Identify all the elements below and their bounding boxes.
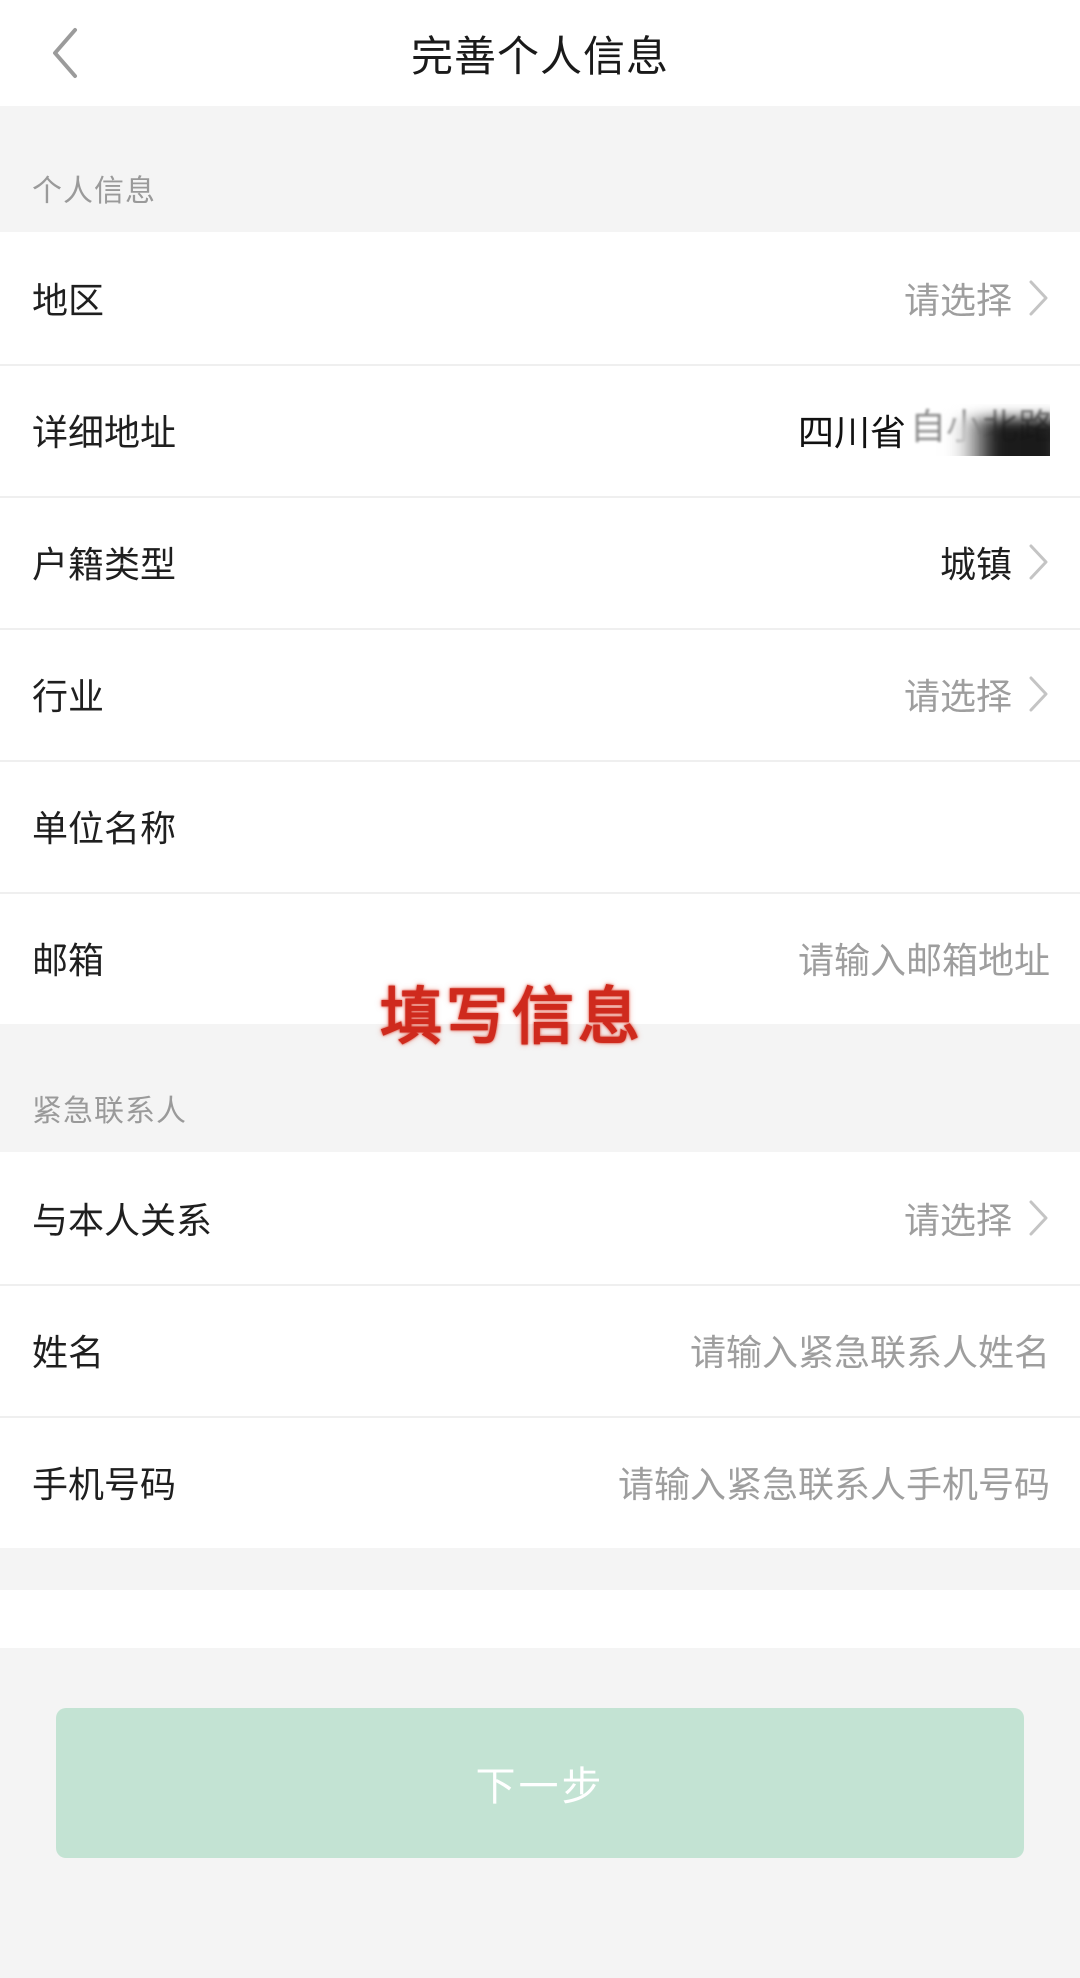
row-label: 姓名 [32, 1332, 105, 1373]
row-value-group: 请选择 [904, 1192, 1050, 1244]
form-row-region[interactable]: 地区 请选择 [0, 232, 1080, 364]
form-body: 个人信息 地区 请选择 详细地址 四川省 自小北路 户籍类型 城镇 行业 请选择… [0, 106, 1080, 1648]
navigation-bar: 完善个人信息 [0, 0, 1080, 106]
row-value-group: 请输入紧急联系人姓名 [690, 1324, 1050, 1376]
form-row-detailed-address[interactable]: 详细地址 四川省 自小北路 [0, 364, 1080, 496]
form-row-household-type[interactable]: 户籍类型 城镇 [0, 496, 1080, 628]
row-value: 请选择 [903, 1200, 1012, 1241]
row-label: 手机号码 [32, 1464, 177, 1505]
form-row-email[interactable]: 邮箱 请输入邮箱地址 [0, 892, 1080, 1024]
contact-phone-input[interactable]: 请输入紧急联系人手机号码 [618, 1456, 1050, 1508]
row-value-group: 四川省 自小北路 [798, 404, 1050, 456]
row-label: 与本人关系 [32, 1200, 213, 1241]
form-row-contact-name[interactable]: 姓名 请输入紧急联系人姓名 [0, 1284, 1080, 1416]
row-value: 请选择 [903, 280, 1012, 321]
form-row-industry[interactable]: 行业 请选择 [0, 628, 1080, 760]
row-value: 请选择 [903, 676, 1012, 717]
form-row-contact-phone[interactable]: 手机号码 请输入紧急联系人手机号码 [0, 1416, 1080, 1548]
bottom-spacer [0, 1548, 1080, 1590]
row-label: 地区 [32, 280, 105, 321]
chevron-right-icon [1028, 279, 1050, 317]
section-header-emergency-contact: 紧急联系人 填写信息 [0, 983, 1080, 1152]
app-screen: 完善个人信息 个人信息 地区 请选择 详细地址 四川省 自小北路 户籍类型 城镇… [0, 0, 1080, 1978]
row-label: 详细地址 [32, 412, 177, 453]
row-value: 城镇 [939, 544, 1012, 585]
footer-bar: 下一步 [0, 1648, 1080, 1978]
row-value-group: 城镇 [940, 536, 1050, 588]
section-header-personal: 个人信息 [0, 106, 1080, 232]
row-label: 邮箱 [32, 940, 105, 981]
row-value-group: 请选择 [904, 272, 1050, 324]
chevron-right-icon [1028, 543, 1050, 581]
row-label: 单位名称 [32, 808, 177, 849]
chevron-right-icon [1028, 675, 1050, 713]
section-title-personal: 个人信息 [32, 175, 156, 208]
next-step-button[interactable]: 下一步 [56, 1708, 1024, 1858]
row-value-group: 请选择 [904, 668, 1050, 720]
row-label: 行业 [32, 676, 105, 717]
address-partial-visible-text: 自小北路 [909, 406, 1050, 447]
form-row-employer-name[interactable]: 单位名称 [0, 760, 1080, 892]
chevron-left-icon [50, 27, 80, 79]
section-title-emergency-contact: 紧急联系人 [32, 1095, 187, 1128]
row-value-group: 请输入邮箱地址 [798, 932, 1050, 984]
chevron-right-icon [1028, 1199, 1050, 1237]
row-value: 四川省 [797, 412, 906, 453]
form-row-relationship[interactable]: 与本人关系 请选择 [0, 1152, 1080, 1284]
row-value-group: 请输入紧急联系人手机号码 [618, 1456, 1050, 1508]
redacted-address-value: 四川省 自小北路 [798, 404, 1050, 456]
personal-info-rows: 地区 请选择 详细地址 四川省 自小北路 户籍类型 城镇 行业 请选择 单位名称… [0, 232, 1080, 1024]
emergency-contact-rows: 与本人关系 请选择 姓名 请输入紧急联系人姓名 手机号码 请输入紧急联系人手机号… [0, 1152, 1080, 1548]
page-title: 完善个人信息 [410, 32, 669, 80]
row-label: 户籍类型 [32, 544, 177, 585]
email-input[interactable]: 请输入邮箱地址 [798, 932, 1050, 984]
contact-name-input[interactable]: 请输入紧急联系人姓名 [690, 1324, 1050, 1376]
back-button[interactable] [26, 14, 104, 92]
